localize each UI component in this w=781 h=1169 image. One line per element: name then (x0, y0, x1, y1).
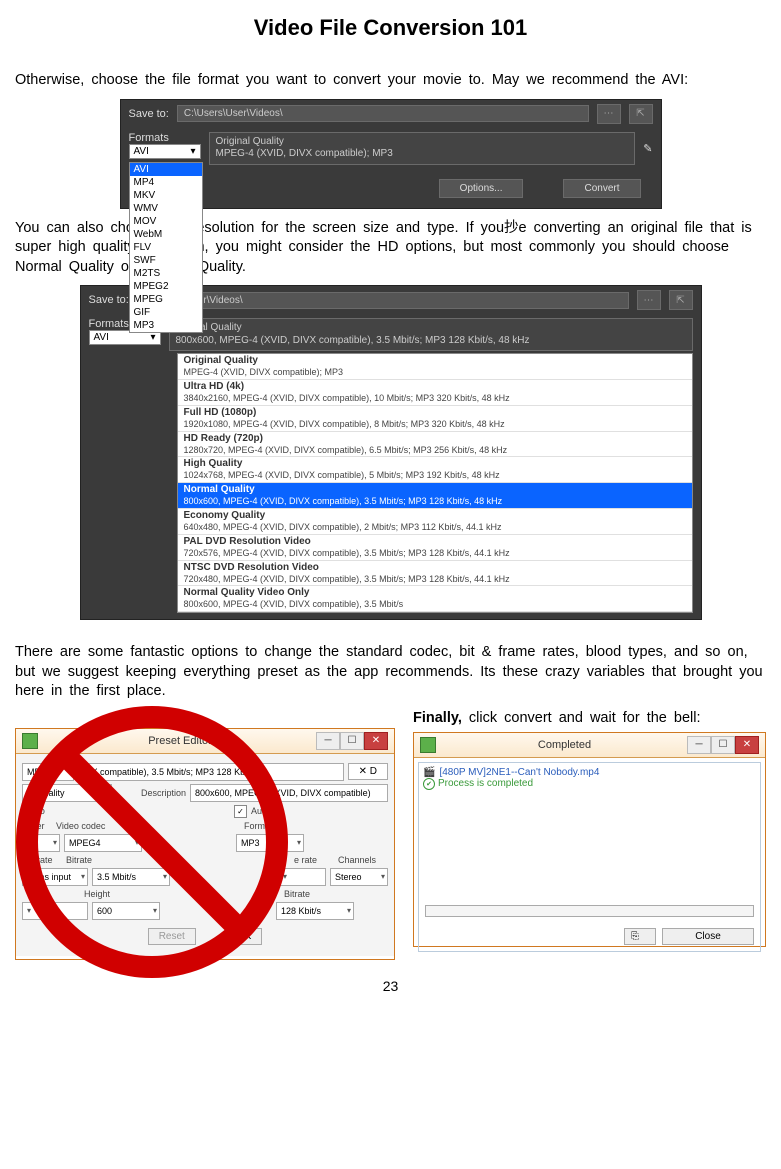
completed-status: Process is completed (423, 778, 533, 790)
abitrate-select[interactable]: 128 Kbit/s (276, 902, 354, 920)
vcodec-label: Video codec (56, 821, 116, 831)
page-number: 23 (15, 978, 766, 994)
open-folder-icon[interactable]: ⇱ (629, 104, 653, 124)
reset-button[interactable]: Reset (148, 928, 196, 945)
height-label: Height (84, 889, 144, 899)
format-select[interactable]: AVI▾ (129, 144, 201, 159)
abitrate-label: Bitrate (284, 889, 334, 899)
audio-label: Audio (251, 806, 274, 816)
screenshot-formats-dropdown: Save to: C:\Users\User\Videos\ ⋯ ⇱ Forma… (120, 99, 662, 209)
minimize-icon[interactable]: ─ (316, 732, 340, 750)
format-option[interactable]: SWF (130, 254, 202, 267)
progress-bar (425, 905, 754, 917)
format-option[interactable]: MP3 (130, 319, 202, 332)
format-option[interactable]: M2TS (130, 267, 202, 280)
close-button[interactable]: Close (662, 928, 754, 945)
close-icon[interactable]: ✕ (364, 732, 388, 750)
quality-option[interactable]: PAL DVD Resolution Video720x576, MPEG-4 … (178, 535, 692, 561)
page-title: Video File Conversion 101 (15, 15, 766, 41)
completed-title-bar: Completed ─ ☐ ✕ (414, 733, 765, 758)
quality-option[interactable]: Full HD (1080p)1920x1080, MPEG-4 (XVID, … (178, 406, 692, 432)
channels-select[interactable]: Stereo (330, 868, 388, 886)
format-option[interactable]: MKV (130, 189, 202, 202)
arate-select[interactable] (278, 868, 326, 886)
format-option[interactable]: MOV (130, 215, 202, 228)
preset-editor-container: Preset Editor ─ ☐ ✕ MPEG IVX compatible)… (15, 710, 395, 970)
preset-name-field[interactable]: al Quality (22, 784, 112, 802)
width-select[interactable] (22, 902, 88, 920)
framerate-select[interactable]: ne as input (22, 868, 88, 886)
film-icon: 🎬 (423, 767, 435, 778)
preset-name-right[interactable]: IVX compatible), 3.5 Mbit/s; MP3 128 Kbi… (78, 763, 344, 781)
preset-editor-window: Preset Editor ─ ☐ ✕ MPEG IVX compatible)… (15, 728, 395, 960)
format-option[interactable]: MPEG (130, 293, 202, 306)
height-select[interactable]: 600 (92, 902, 160, 920)
settings-icon[interactable]: ✎ (643, 142, 652, 155)
description-field[interactable]: 800x600, MPEG-4 (XVID, DIVX compatible) (190, 784, 388, 802)
quality-option[interactable]: Ultra HD (4k)3840x2160, MPEG-4 (XVID, DI… (178, 380, 692, 406)
container-select[interactable]: M (22, 834, 60, 852)
quality-option[interactable]: Original QualityMPEG-4 (XVID, DIVX compa… (178, 354, 692, 380)
app-icon (22, 733, 38, 749)
quality-options-list[interactable]: Original QualityMPEG-4 (XVID, DIVX compa… (177, 353, 693, 613)
quality-option[interactable]: High Quality1024x768, MPEG-4 (XVID, DIVX… (178, 457, 692, 483)
audio-checkbox[interactable]: ✓ (234, 805, 247, 818)
completed-window: Completed ─ ☐ ✕ 🎬 [480P MV]2NE1--Can't N… (413, 732, 766, 947)
aformat-select[interactable]: MP3 (236, 834, 304, 852)
open-folder-icon-2[interactable]: ⇱ (669, 290, 693, 310)
format-option[interactable]: MP4 (130, 176, 202, 189)
minimize-icon-2[interactable]: ─ (687, 736, 711, 754)
container-label: tainer (22, 821, 52, 831)
screenshot-quality-dropdown: Save to: C:\Users\User\Videos\ ⋯ ⇱ Forma… (80, 285, 702, 620)
browse-icon[interactable]: ⋯ (597, 104, 621, 124)
aformat-label: Format (244, 821, 294, 831)
saveto-path[interactable]: C:\Users\User\Videos\ (177, 105, 589, 122)
format-dropdown-list[interactable]: AVIMP4MKVWMVMOVWebMFLVSWFM2TSMPEG2MPEGGI… (129, 162, 203, 333)
maximize-icon-2[interactable]: ☐ (711, 736, 735, 754)
description-label: Description (116, 788, 186, 798)
arate-label: e rate (294, 855, 334, 865)
format-option[interactable]: WebM (130, 228, 202, 241)
codec-top-select[interactable]: MPEG (22, 763, 74, 781)
completed-filename: [480P MV]2NE1--Can't Nobody.mp4 (439, 767, 599, 778)
format-option[interactable]: GIF (130, 306, 202, 319)
video-label: Video (22, 806, 52, 816)
quality-option[interactable]: Normal Quality800x600, MPEG-4 (XVID, DIV… (178, 483, 692, 509)
paragraph-1: Otherwise, choose the file format you wa… (15, 71, 766, 91)
vcodec-select[interactable]: MPEG4 (64, 834, 142, 852)
saveto-label: Save to: (129, 108, 169, 120)
maximize-icon[interactable]: ☐ (340, 732, 364, 750)
preset-title-bar: Preset Editor ─ ☐ ✕ (16, 729, 394, 754)
quality-option[interactable]: HD Ready (720p)1280x720, MPEG-4 (XVID, D… (178, 432, 692, 458)
saveto-path-2[interactable]: C:\Users\User\Videos\ (137, 292, 629, 309)
bitrate-select[interactable]: 3.5 Mbit/s (92, 868, 170, 886)
format-option[interactable]: AVI (130, 163, 202, 176)
format-option[interactable]: FLV (130, 241, 202, 254)
browse-icon-2[interactable]: ⋯ (637, 290, 661, 310)
open-output-folder[interactable]: ⎘ (624, 928, 656, 945)
formats-label: Formats (129, 132, 201, 144)
format-option[interactable]: WMV (130, 202, 202, 215)
framerate-label: me rate (22, 855, 62, 865)
ok-button[interactable]: OK (226, 928, 262, 945)
paragraph-3: There are some fantastic options to chan… (15, 643, 766, 702)
app-icon-2 (420, 737, 436, 753)
convert-button[interactable]: Convert (563, 179, 640, 198)
delete-button[interactable]: ✕ D (348, 763, 388, 780)
completed-title: Completed (442, 739, 687, 751)
bitrate-label: Bitrate (66, 855, 126, 865)
quality-option[interactable]: Economy Quality640x480, MPEG-4 (XVID, DI… (178, 509, 692, 535)
close-icon-2[interactable]: ✕ (735, 736, 759, 754)
quality-option[interactable]: NTSC DVD Resolution Video720x480, MPEG-4… (178, 561, 692, 587)
format-option[interactable]: MPEG2 (130, 280, 202, 293)
quality-box-2[interactable]: Normal Quality 800x600, MPEG-4 (XVID, DI… (169, 318, 693, 351)
finally-line: Finally, click convert and wait for the … (413, 710, 766, 726)
quality-box[interactable]: Original Quality MPEG-4 (XVID, DIVX comp… (209, 132, 636, 165)
preset-title: Preset Editor (44, 735, 316, 747)
quality-option[interactable]: Normal Quality Video Only800x600, MPEG-4… (178, 586, 692, 612)
options-button[interactable]: Options... (439, 179, 524, 198)
saveto-label-2: Save to: (89, 294, 129, 306)
channels-label: Channels (338, 855, 388, 865)
